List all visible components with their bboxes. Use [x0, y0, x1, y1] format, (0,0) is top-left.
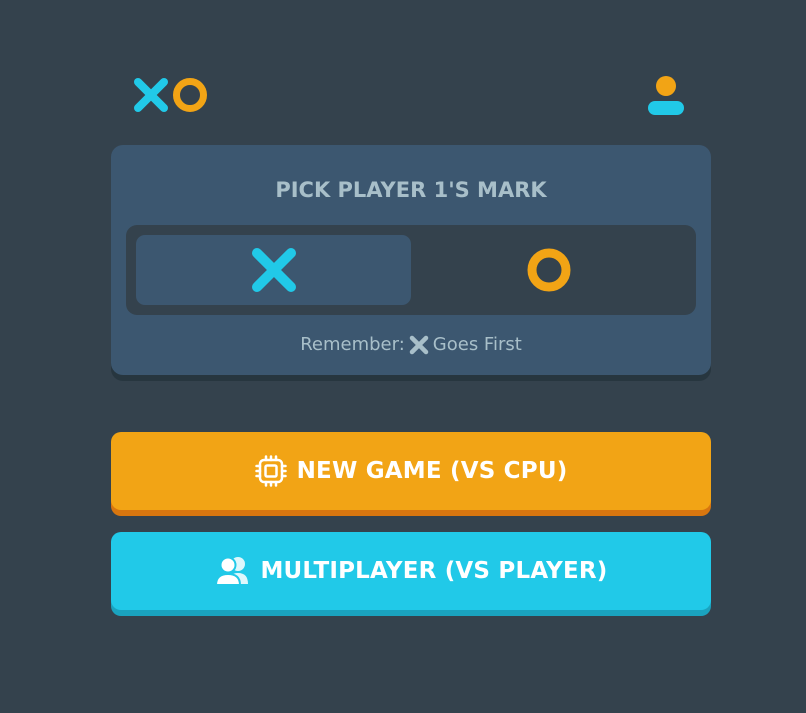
- x-mark-icon: [251, 248, 296, 292]
- users-icon: [215, 556, 249, 586]
- reminder-text: Remember: Goes First: [111, 334, 711, 355]
- mark-option-o[interactable]: [411, 235, 686, 305]
- app-logo: [133, 77, 211, 113]
- x-mark-icon: [134, 78, 168, 112]
- cpu-chip-icon: [254, 455, 287, 487]
- new-game-vs-cpu-button[interactable]: NEW GAME (VS CPU): [111, 432, 711, 510]
- new-game-vs-cpu-label: NEW GAME (VS CPU): [296, 458, 568, 484]
- mark-option-x[interactable]: [136, 235, 411, 305]
- multiplayer-vs-player-button[interactable]: MULTIPLAYER (VS PLAYER): [111, 532, 711, 610]
- reminder-prefix: Remember:: [300, 334, 405, 355]
- mark-picker-title: PICK PLAYER 1'S MARK: [275, 178, 547, 202]
- user-icon[interactable]: [647, 74, 685, 116]
- o-mark-icon: [173, 78, 207, 112]
- mark-picker-card: PICK PLAYER 1'S MARK Remember: Goes Firs…: [111, 145, 711, 375]
- x-mark-icon: [409, 335, 429, 354]
- mark-toggle: [126, 225, 696, 315]
- multiplayer-vs-player-label: MULTIPLAYER (VS PLAYER): [260, 558, 608, 584]
- o-mark-icon: [527, 248, 570, 292]
- reminder-suffix: Goes First: [432, 334, 522, 355]
